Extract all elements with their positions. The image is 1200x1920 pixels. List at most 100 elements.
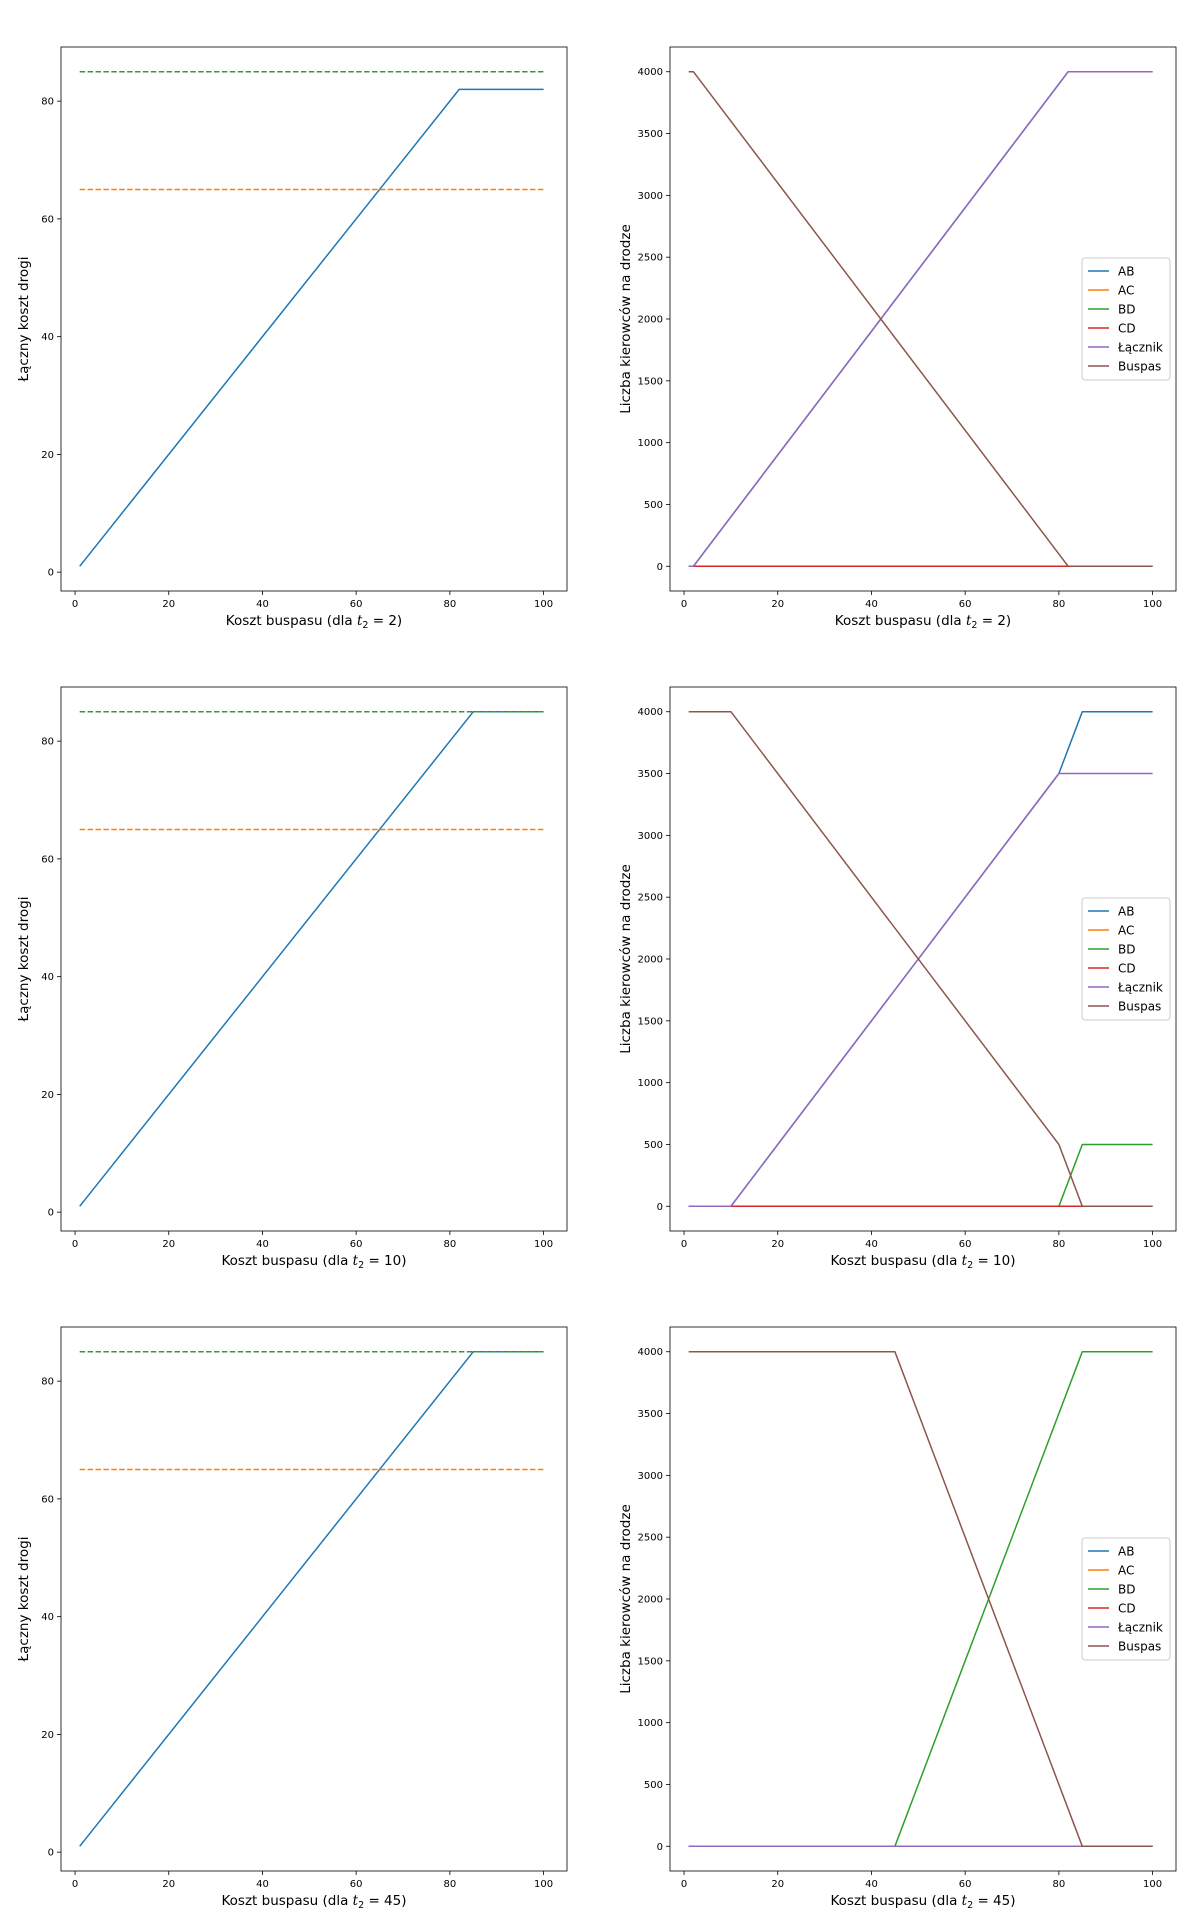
legend-label: Buspas <box>1118 1000 1161 1014</box>
y-axis-label: Łączny koszt drogi <box>16 1537 32 1663</box>
y-tick-label: 40 <box>41 1612 54 1623</box>
y-tick-label: 1500 <box>638 376 663 387</box>
y-tick-label: 0 <box>48 1208 54 1219</box>
x-tick-label: 20 <box>162 1239 175 1250</box>
series-line-bd <box>688 1143 1153 1208</box>
x-tick-label: 0 <box>681 1239 687 1250</box>
y-tick-label: 2500 <box>638 253 663 264</box>
x-tick-label: 20 <box>162 1879 175 1890</box>
x-axis-label: Koszt buspasu (dla t2 = 45) <box>221 1893 406 1911</box>
y-tick-label: 2500 <box>638 893 663 904</box>
x-axis-label: Koszt buspasu (dla t2 = 10) <box>221 1253 406 1271</box>
y-tick-label: 1000 <box>638 438 663 449</box>
legend-label: Łącznik <box>1117 981 1163 995</box>
y-tick-label: 1500 <box>638 1016 663 1027</box>
legend-label: AC <box>1118 284 1134 298</box>
series-line-1 <box>79 88 544 567</box>
x-tick-label: 20 <box>162 599 175 610</box>
y-tick-label: 20 <box>41 1730 54 1741</box>
series-line-1 <box>79 1350 544 1847</box>
x-tick-label: 60 <box>350 1239 363 1250</box>
legend-label: BD <box>1118 943 1135 957</box>
legend: AB AC BD CD Łącznik Buspas <box>1081 257 1171 381</box>
x-tick-label: 60 <box>959 1239 972 1250</box>
x-tick-label: 80 <box>1053 1879 1066 1890</box>
y-tick-label: 2500 <box>638 1533 663 1544</box>
y-tick-label: 60 <box>41 1494 54 1505</box>
x-tick-label: 0 <box>72 1239 78 1250</box>
y-tick-label: 60 <box>41 854 54 865</box>
axes-frame <box>60 1326 568 1872</box>
legend-label: BD <box>1118 1583 1135 1597</box>
y-tick-label: 40 <box>41 972 54 983</box>
x-tick-label: 80 <box>1053 599 1066 610</box>
y-tick-label: 40 <box>41 332 54 343</box>
axes-frame <box>60 686 568 1232</box>
y-tick-label: 2000 <box>638 315 663 326</box>
y-tick-label: 2000 <box>638 955 663 966</box>
y-axis-label: Liczba kierowców na drodze <box>618 1504 634 1694</box>
y-tick-label: 1000 <box>638 1718 663 1729</box>
subplot-2: 0 20 40 60 80 1000500100015002000250030003500… <box>618 46 1177 631</box>
y-tick-label: 0 <box>657 562 663 573</box>
x-tick-label: 60 <box>959 1879 972 1890</box>
x-tick-label: 40 <box>256 1239 269 1250</box>
legend-label: AB <box>1118 905 1134 919</box>
figure: 0 20 40 60 80 100020406080Koszt buspasu (dla … <box>16 46 1177 1911</box>
subplot-6: 0 20 40 60 80 1000500100015002000250030003500… <box>618 1326 1177 1911</box>
y-tick-label: 0 <box>657 1842 663 1853</box>
subplot-3: 0 20 40 60 80 100 0 20 40 60 80 Koszt buspasu (dla … <box>16 686 568 1271</box>
x-tick-label: 20 <box>771 1239 784 1250</box>
x-tick-label: 0 <box>681 599 687 610</box>
y-axis-label: Liczba kierowców na drodze <box>618 224 634 414</box>
x-tick-label: 40 <box>865 1879 878 1890</box>
subplot-1: 0 20 40 60 80 100 0 20 40 60 80 Koszt buspasu (dla … <box>16 46 568 631</box>
x-tick-label: 40 <box>865 599 878 610</box>
x-tick-label: 100 <box>1143 1879 1162 1890</box>
legend: AB AC BD CD Łącznik Buspas <box>1081 897 1171 1021</box>
y-tick-label: 20 <box>41 1090 54 1101</box>
x-axis-label: Koszt buspasu (dla t2 = 2) <box>226 613 402 631</box>
legend-label: CD <box>1118 1602 1136 1616</box>
legend-label: AC <box>1118 1564 1134 1578</box>
y-axis-label: Łączny koszt drogi <box>16 897 32 1023</box>
x-tick-label: 60 <box>350 1879 363 1890</box>
axes-frame <box>60 46 568 592</box>
y-tick-label: 1500 <box>638 1656 663 1667</box>
x-axis-label: Koszt buspasu (dla t2 = 10) <box>830 1253 1015 1271</box>
legend-label: BD <box>1118 303 1135 317</box>
x-tick-label: 60 <box>350 599 363 610</box>
x-tick-label: 80 <box>444 599 457 610</box>
legend-label: CD <box>1118 322 1136 336</box>
x-tick-label: 0 <box>72 1879 78 1890</box>
x-tick-label: 100 <box>1143 599 1162 610</box>
y-tick-label: 3000 <box>638 1471 663 1482</box>
x-tick-label: 100 <box>1143 1239 1162 1250</box>
series-line-1 <box>79 710 544 1207</box>
y-tick-label: 0 <box>48 568 54 579</box>
x-tick-label: 60 <box>959 599 972 610</box>
y-tick-label: 80 <box>41 1377 54 1388</box>
legend-label: Łącznik <box>1117 1621 1163 1635</box>
y-tick-label: 4000 <box>638 707 663 718</box>
legend-label: CD <box>1118 962 1136 976</box>
x-tick-label: 100 <box>534 1239 553 1250</box>
legend-label: AB <box>1118 265 1134 279</box>
x-tick-label: 40 <box>865 1239 878 1250</box>
y-tick-label: 1000 <box>638 1078 663 1089</box>
x-tick-label: 20 <box>771 1879 784 1890</box>
x-axis-label: Koszt buspasu (dla t2 = 2) <box>835 613 1011 631</box>
legend-label: AC <box>1118 924 1134 938</box>
y-tick-label: 60 <box>41 214 54 225</box>
x-tick-label: 80 <box>1053 1239 1066 1250</box>
y-tick-label: 0 <box>48 1848 54 1859</box>
legend-label: Buspas <box>1118 360 1161 374</box>
legend-label: AB <box>1118 1545 1134 1559</box>
y-axis-label: Łączny koszt drogi <box>16 257 32 383</box>
y-tick-label: 3000 <box>638 831 663 842</box>
y-tick-label: 3500 <box>638 1409 663 1420</box>
y-tick-label: 2000 <box>638 1595 663 1606</box>
y-tick-label: 4000 <box>638 67 663 78</box>
y-tick-label: 500 <box>644 500 663 511</box>
y-tick-label: 500 <box>644 1780 663 1791</box>
